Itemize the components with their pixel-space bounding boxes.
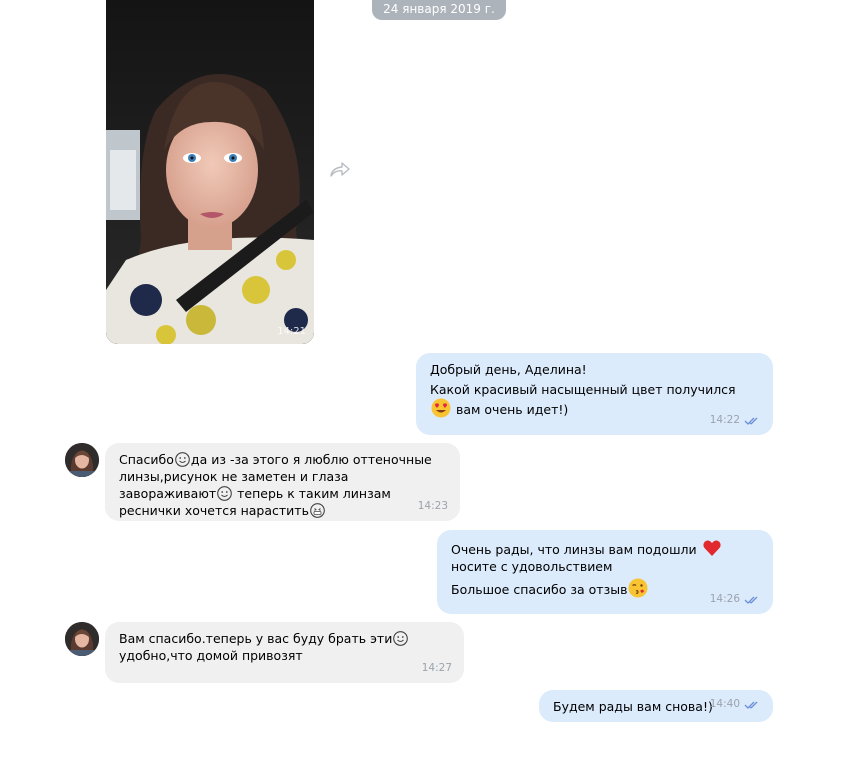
outgoing-message[interactable]: Добрый день, Аделина! Какой красивый нас… bbox=[416, 353, 773, 435]
avatar[interactable] bbox=[65, 622, 99, 656]
message-timestamp: 14:22 bbox=[709, 414, 740, 426]
avatar[interactable] bbox=[65, 443, 99, 477]
red-heart-emoji-icon bbox=[702, 540, 721, 556]
message-text-part: Спасибо bbox=[119, 452, 174, 467]
message-text: Вам спасибо.теперь у вас буду брать эти … bbox=[119, 630, 450, 664]
read-checkmark-icon bbox=[744, 417, 758, 425]
read-checkmark-icon bbox=[744, 701, 758, 709]
message-text: Спасибо да из -за этого я люблю оттеночн… bbox=[119, 451, 444, 519]
grin-emoji-icon bbox=[310, 503, 325, 518]
photo-timestamp: 14:21 bbox=[277, 326, 306, 337]
message-text-part: Вам спасибо.теперь у вас буду брать эти bbox=[119, 631, 393, 646]
read-checkmark-icon bbox=[744, 596, 758, 604]
message-timestamp: 14:26 bbox=[709, 593, 740, 605]
message-text-part: удобно,что домой привозят bbox=[119, 648, 303, 663]
smile-emoji-icon bbox=[217, 486, 232, 501]
message-timestamp: 14:40 bbox=[709, 698, 740, 710]
message-meta: 14:23 bbox=[418, 498, 448, 515]
avatar-image bbox=[65, 622, 99, 656]
message-meta: 14:40 bbox=[710, 696, 761, 713]
message-meta: 14:26 bbox=[710, 591, 761, 608]
forward-icon[interactable] bbox=[329, 161, 351, 179]
photo-image bbox=[106, 0, 314, 344]
date-separator: 24 января 2019 г. bbox=[372, 0, 506, 20]
message-text: Добрый день, Аделина! bbox=[430, 362, 587, 377]
message-text: Очень рады, что линзы вам подошли носите… bbox=[451, 538, 759, 575]
message-meta: 14:22 bbox=[710, 412, 761, 429]
photo-message[interactable]: 14:21 bbox=[106, 0, 314, 344]
smile-emoji-icon bbox=[175, 452, 190, 467]
incoming-message[interactable]: Вам спасибо.теперь у вас буду брать эти … bbox=[105, 622, 464, 683]
smile-emoji-icon bbox=[393, 631, 409, 646]
heart-eyes-emoji-icon bbox=[431, 398, 451, 418]
message-text: Какой красивый насыщенный цвет получился bbox=[430, 382, 736, 397]
avatar-image bbox=[65, 443, 99, 477]
message-meta: 14:27 bbox=[422, 660, 452, 677]
kiss-wink-emoji-icon bbox=[628, 578, 648, 598]
incoming-message[interactable]: Спасибо да из -за этого я люблю оттеночн… bbox=[105, 443, 460, 521]
message-timestamp: 14:23 bbox=[417, 500, 448, 512]
outgoing-message[interactable]: Будем рады вам снова!) 14:40 bbox=[539, 690, 773, 722]
message-text: вам очень идет!) bbox=[455, 402, 569, 417]
message-text-part: Очень рады, что линзы вам подошли bbox=[451, 542, 697, 557]
outgoing-message[interactable]: Очень рады, что линзы вам подошли носите… bbox=[437, 530, 773, 614]
message-text-part: носите с удовольствием bbox=[451, 559, 613, 574]
message-text-part: Большое спасибо за отзыв bbox=[451, 582, 628, 597]
message-timestamp: 14:27 bbox=[421, 662, 452, 674]
